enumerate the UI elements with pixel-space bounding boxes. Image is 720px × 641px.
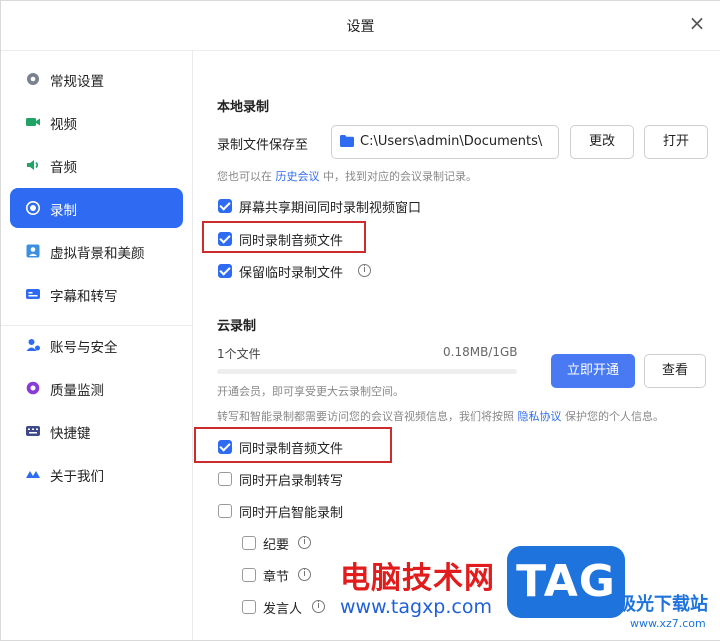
chapters-checkbox[interactable] (242, 568, 256, 582)
sidebar-item-label: 录制 (50, 203, 77, 219)
speaker-icon (27, 160, 39, 170)
smart-recording-label: 同时开启智能录制 (239, 506, 344, 521)
folder-icon (340, 135, 354, 147)
sidebar-item-quality[interactable]: 质量监测 (10, 368, 183, 408)
sidebar-item-label: 关于我们 (50, 469, 104, 485)
captions-icon (26, 289, 40, 299)
privacy-hint: 转写和智能录制都需要访问您的会议音视频信息，我们将按照 隐私协议 保护您的个人信… (217, 408, 664, 424)
record-video-window-checkbox[interactable] (218, 199, 232, 213)
history-hint-suffix: 中，找到对应的会议录制记录。 (323, 170, 477, 183)
close-icon[interactable]: × (686, 13, 708, 35)
local-recording-heading: 本地录制 (217, 100, 270, 115)
record-video-window-label: 屏幕共享期间同时录制视频窗口 (239, 201, 422, 216)
window-title: 设置 (346, 19, 375, 35)
portrait-icon (26, 244, 40, 258)
privacy-policy-link[interactable]: 隐私协议 (518, 410, 562, 423)
summary-checkbox[interactable] (242, 536, 256, 550)
highlight-box (194, 427, 392, 463)
gear-icon (27, 73, 39, 85)
info-icon[interactable]: i (298, 536, 311, 549)
member-hint: 开通会员，即可享受更大云录制空间。 (217, 385, 404, 398)
sidebar-item-virtual-background[interactable]: 虚拟背景和美颜 (10, 231, 183, 271)
privacy-hint-prefix: 转写和智能录制都需要访问您的会议音视频信息，我们将按照 (217, 410, 514, 423)
save-location-label: 录制文件保存至 (217, 138, 309, 153)
chapters-label: 章节 (263, 570, 290, 585)
monitor-icon (26, 381, 40, 395)
settings-content: 本地录制 录制文件保存至 C:\Users\admin\Documents\ 更… (193, 51, 720, 640)
sidebar-item-label: 音频 (50, 160, 77, 176)
watermark-corner-text: 极光下载站 (618, 594, 708, 615)
privacy-hint-suffix: 保护您的个人信息。 (565, 410, 664, 423)
sidebar-item-account[interactable]: 账号与安全 (10, 325, 183, 365)
activate-cloud-button[interactable]: 立即开通 (551, 354, 635, 388)
sidebar-item-captions[interactable]: 字幕和转写 (10, 274, 183, 314)
sidebar-item-label: 虚拟背景和美颜 (50, 246, 145, 262)
sidebar-item-video[interactable]: 视频 (10, 102, 183, 142)
cloud-recording-heading: 云录制 (217, 319, 257, 334)
history-hint: 您也可以在 历史会议 中，找到对应的会议录制记录。 (217, 168, 477, 184)
sidebar-item-label: 质量监测 (50, 383, 104, 399)
cloud-transcription-checkbox[interactable] (218, 472, 232, 486)
about-icon (26, 471, 40, 478)
sidebar-item-label: 字幕和转写 (50, 289, 118, 305)
sidebar-item-label: 账号与安全 (50, 340, 118, 356)
sidebar-item-recording[interactable]: 录制 (10, 188, 183, 228)
history-hint-prefix: 您也可以在 (217, 170, 272, 183)
watermark-logo: TAG (507, 546, 625, 618)
keep-temp-files-checkbox[interactable] (218, 264, 232, 278)
watermark-corner-url: www.xz7.com (630, 617, 706, 630)
save-path-value: C:\Users\admin\Documents\ (360, 134, 543, 149)
title-bar: 设置 × (1, 1, 720, 51)
sidebar: 常规设置 视频 音频 录制 虚拟背景和美颜 字幕和转写 账号与安全 质量监测 快… (1, 51, 193, 640)
sidebar-item-audio[interactable]: 音频 (10, 145, 183, 185)
watermark-site-name: 电脑技术网 (340, 561, 495, 596)
view-cloud-button[interactable]: 查看 (644, 354, 706, 388)
cloud-storage-usage: 0.18MB/1GB (443, 345, 518, 359)
cloud-file-count: 1个文件 (217, 347, 261, 361)
sidebar-item-shortcuts[interactable]: 快捷键 (10, 411, 183, 451)
keyboard-icon (26, 426, 40, 436)
info-icon[interactable]: i (298, 568, 311, 581)
sidebar-item-label: 常规设置 (50, 74, 104, 90)
speaker-checkbox[interactable] (242, 600, 256, 614)
history-meetings-link[interactable]: 历史会议 (276, 170, 320, 183)
camera-icon (26, 118, 40, 126)
account-icon (26, 339, 40, 351)
watermark-site-url: www.tagxp.com (340, 596, 492, 618)
highlight-box (202, 221, 366, 253)
sidebar-item-general[interactable]: 常规设置 (10, 59, 183, 99)
info-icon[interactable]: i (312, 600, 325, 613)
settings-window: 设置 × 常规设置 视频 音频 录制 虚拟背景和美颜 字幕和转写 账号与安全 质… (0, 0, 720, 641)
sidebar-item-about[interactable]: 关于我们 (10, 454, 183, 494)
storage-usage-bar (217, 369, 517, 374)
sidebar-item-label: 视频 (50, 117, 77, 133)
speaker-label: 发言人 (263, 602, 303, 617)
record-icon (26, 201, 40, 215)
keep-temp-files-label: 保留临时录制文件 (239, 266, 344, 281)
cloud-transcription-label: 同时开启录制转写 (239, 474, 344, 489)
save-path-field[interactable]: C:\Users\admin\Documents\ (331, 125, 559, 159)
summary-label: 纪要 (263, 538, 290, 553)
smart-recording-checkbox[interactable] (218, 504, 232, 518)
change-path-button[interactable]: 更改 (570, 125, 634, 159)
open-folder-button[interactable]: 打开 (644, 125, 708, 159)
sidebar-item-label: 快捷键 (50, 426, 91, 442)
info-icon[interactable]: i (358, 264, 371, 277)
